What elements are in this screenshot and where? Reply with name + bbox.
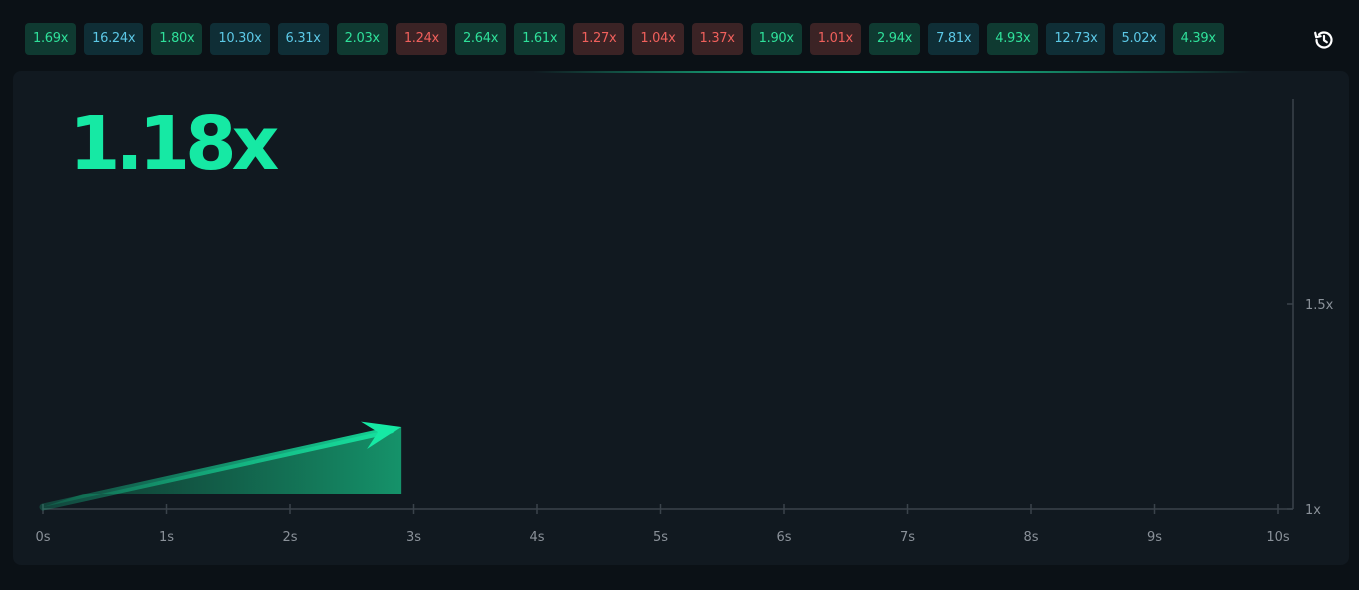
history-chip[interactable]: 1.37x xyxy=(691,23,743,55)
y-tick-label: 1.5x xyxy=(1305,298,1334,313)
x-tick-label: 6s xyxy=(776,530,791,545)
x-tick-label: 4s xyxy=(529,530,544,545)
history-chip[interactable]: 2.94x xyxy=(868,23,921,55)
multiplier-history-bar: 1.69x 16.24x 1.80x 10.30x 6.31x 2.03x 1.24x 2.6… xyxy=(25,23,1224,55)
history-chip[interactable]: 4.93x xyxy=(987,23,1039,55)
history-chip[interactable]: 1.90x xyxy=(750,23,802,55)
x-tick-label: 2s xyxy=(282,530,297,545)
history-chip[interactable]: 1.04x xyxy=(632,23,684,55)
y-tick-label: 1x xyxy=(1305,503,1321,518)
game-panel: 0s 1s 2s 3s 4s 5s 6s 7s 8s 9s 10s 1.5x 1x 1.18x xyxy=(13,71,1349,565)
history-chip[interactable]: 12.73x xyxy=(1046,23,1106,55)
history-chip[interactable]: 16.24x xyxy=(84,23,144,55)
history-chip[interactable]: 1.24x xyxy=(395,23,447,55)
x-tick-label: 7s xyxy=(900,530,915,545)
history-chip[interactable]: 5.02x xyxy=(1113,23,1165,55)
x-tick-label: 9s xyxy=(1147,530,1162,545)
history-chip[interactable]: 4.39x xyxy=(1172,23,1224,55)
x-tick-label: 3s xyxy=(406,530,421,545)
history-chip[interactable]: 10.30x xyxy=(210,23,270,55)
history-chip[interactable]: 1.80x xyxy=(151,23,203,55)
x-tick-label: 5s xyxy=(653,530,668,545)
history-chip[interactable]: 2.03x xyxy=(336,23,388,55)
x-tick-label: 0s xyxy=(35,530,50,545)
history-button[interactable] xyxy=(1307,23,1341,57)
current-multiplier: 1.18x xyxy=(69,101,279,187)
crash-game-screen: 1.69x 16.24x 1.80x 10.30x 6.31x 2.03x 1.24x 2.6… xyxy=(0,0,1359,590)
x-tick-label: 1s xyxy=(159,530,174,545)
history-chip[interactable]: 1.27x xyxy=(573,23,625,55)
history-chip[interactable]: 1.69x xyxy=(25,23,77,55)
history-chip[interactable]: 1.61x xyxy=(514,23,566,55)
history-chip[interactable]: 7.81x xyxy=(928,23,980,55)
history-chip[interactable]: 2.64x xyxy=(454,23,507,55)
history-chip[interactable]: 1.01x xyxy=(809,23,861,55)
x-tick-label: 8s xyxy=(1023,530,1038,545)
x-tick-label: 10s xyxy=(1266,530,1290,545)
history-clock-icon xyxy=(1314,31,1333,49)
history-chip[interactable]: 6.31x xyxy=(277,23,329,55)
